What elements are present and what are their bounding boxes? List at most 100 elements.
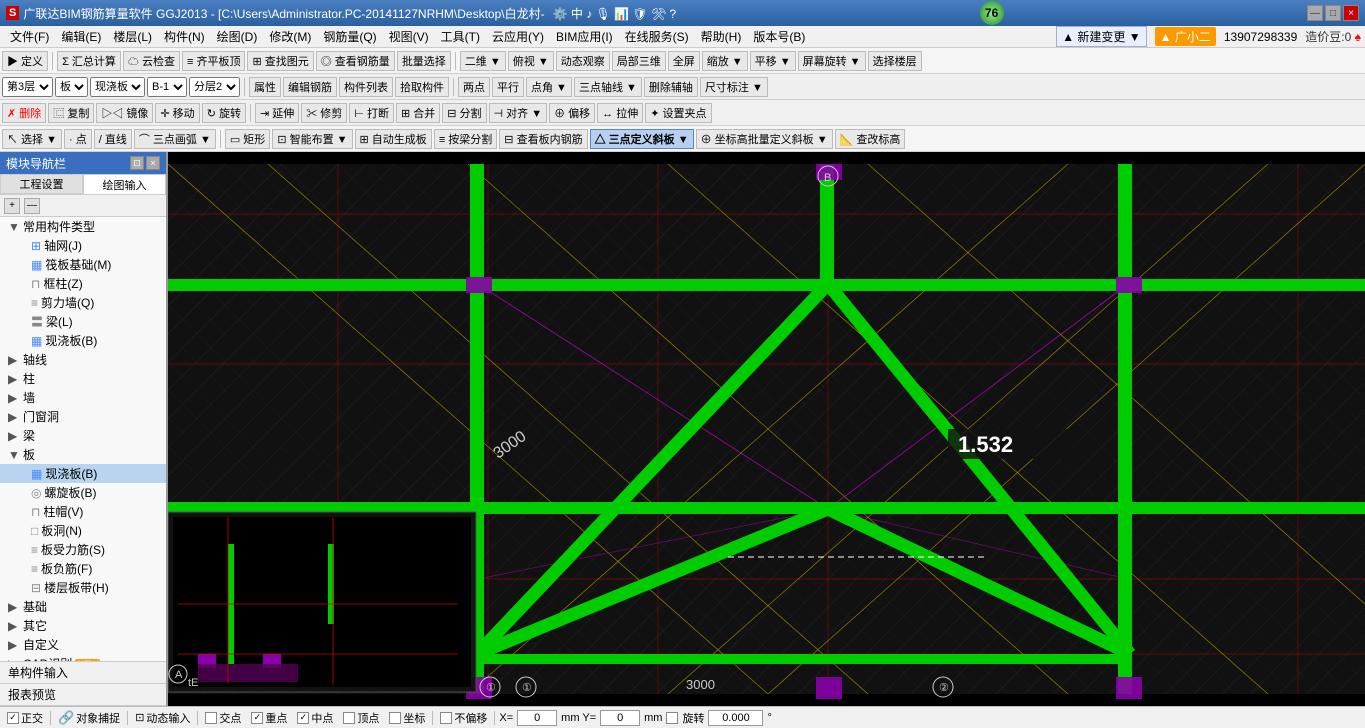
btn-align-top[interactable]: ≡ 齐平板顶 bbox=[182, 51, 245, 71]
tree-axis-group[interactable]: ▶ 轴线 bbox=[0, 350, 166, 369]
btn-cloud-check[interactable]: ☁ 云检查 bbox=[123, 51, 180, 71]
btn-batch[interactable]: 批量选择 bbox=[397, 51, 451, 71]
btn-mirror[interactable]: ▷◁ 镜像 bbox=[96, 103, 153, 123]
menu-view[interactable]: 视图(V) bbox=[383, 26, 435, 47]
btn-2d[interactable]: 二维 ▼ bbox=[460, 51, 506, 71]
expand-icon[interactable]: ▶ bbox=[8, 638, 20, 652]
btn-dimension[interactable]: 尺寸标注 ▼ bbox=[700, 77, 768, 97]
btn-zoom[interactable]: 缩放 ▼ bbox=[702, 51, 748, 71]
btn-check-height[interactable]: 📐 查改标高 bbox=[835, 129, 906, 149]
btn-view-steel[interactable]: ◎ 查看钢筋量 bbox=[316, 51, 395, 71]
maximize-btn[interactable]: □ bbox=[1325, 5, 1341, 21]
sidebar-header-btns[interactable]: ⊡ × bbox=[130, 156, 160, 170]
btn-component-list[interactable]: 构件列表 bbox=[339, 77, 393, 97]
window-controls[interactable]: — □ × bbox=[1307, 5, 1359, 21]
btn-auto-gen[interactable]: ⊞ 自动生成板 bbox=[355, 129, 432, 149]
sidebar-minus-btn[interactable]: — bbox=[24, 198, 40, 214]
y-input[interactable] bbox=[600, 710, 640, 726]
menu-draw[interactable]: 绘图(D) bbox=[211, 26, 264, 47]
btn-property[interactable]: 属性 bbox=[249, 77, 281, 97]
btn-rotate[interactable]: ↻ 旋转 bbox=[202, 103, 246, 123]
btn-align[interactable]: ⊣ 对齐 ▼ bbox=[489, 103, 548, 123]
btn-extend[interactable]: ⇥ 延伸 bbox=[255, 103, 299, 123]
tree-beam-group[interactable]: ▶ 梁 bbox=[0, 426, 166, 445]
tree-wall-group[interactable]: ▶ 墙 bbox=[0, 388, 166, 407]
btn-report-preview[interactable]: 报表预览 bbox=[0, 684, 166, 706]
dynamic-icon[interactable]: ⊡ bbox=[135, 711, 144, 724]
tree-slab[interactable]: ▦ 现浇板(B) bbox=[0, 331, 166, 350]
tree-col-cap[interactable]: ⊓ 柱帽(V) bbox=[0, 502, 166, 521]
tree-spiral-slab[interactable]: ◎ 螺旋板(B) bbox=[0, 483, 166, 502]
expand-icon[interactable]: ▼ bbox=[8, 448, 20, 462]
tree-common-types[interactable]: ▼ 常用构件类型 bbox=[0, 217, 166, 236]
btn-view-slab-steel[interactable]: ⊟ 查看板内钢筋 bbox=[499, 129, 587, 149]
tree-custom-group[interactable]: ▶ 自定义 bbox=[0, 635, 166, 654]
tree-cad-group[interactable]: ▶ CAD识别 NEW bbox=[0, 654, 166, 661]
center-check[interactable]: ✓ bbox=[297, 712, 309, 724]
expand-icon[interactable]: ▶ bbox=[8, 600, 20, 614]
btn-fullscreen[interactable]: 全屏 bbox=[668, 51, 700, 71]
btn-three-axis[interactable]: 三点轴线 ▼ bbox=[574, 77, 642, 97]
expand-icon[interactable]: ▶ bbox=[8, 353, 20, 367]
btn-divide[interactable]: ⊟ 分割 bbox=[442, 103, 486, 123]
menu-steel[interactable]: 钢筋量(Q) bbox=[317, 26, 382, 47]
btn-stretch[interactable]: ↔ 拉伸 bbox=[597, 103, 643, 123]
menu-version[interactable]: 版本号(B) bbox=[747, 26, 811, 47]
rotate-input[interactable] bbox=[708, 710, 763, 726]
btn-define[interactable]: ▶ 定义 bbox=[2, 51, 48, 71]
floor-select[interactable]: 第3层 bbox=[2, 77, 53, 97]
tree-column[interactable]: ⊓ 框柱(Z) bbox=[0, 274, 166, 293]
tree-shearwall[interactable]: ≡ 剪力墙(Q) bbox=[0, 293, 166, 312]
btn-view-top[interactable]: 俯视 ▼ bbox=[508, 51, 554, 71]
menu-file[interactable]: 文件(F) bbox=[4, 26, 55, 47]
type-select[interactable]: 板 bbox=[55, 77, 88, 97]
btn-local-3d[interactable]: 局部三维 bbox=[612, 51, 666, 71]
btn-delete[interactable]: ✗ 删除 bbox=[2, 103, 46, 123]
menu-modify[interactable]: 修改(M) bbox=[263, 26, 317, 47]
tree-beam[interactable]: 〓 梁(L) bbox=[0, 312, 166, 331]
btn-grip[interactable]: ✦ 设置夹点 bbox=[645, 103, 711, 123]
btn-dynamic[interactable]: 动态观察 bbox=[556, 51, 610, 71]
expand-icon[interactable]: ▶ bbox=[8, 372, 20, 386]
ortho-check[interactable]: ✓ bbox=[7, 712, 19, 724]
menu-cloud[interactable]: 云应用(Y) bbox=[486, 26, 550, 47]
subtype-select[interactable]: 现浇板 bbox=[90, 77, 145, 97]
btn-pan[interactable]: 平移 ▼ bbox=[750, 51, 796, 71]
tree-slab-hole[interactable]: □ 板洞(N) bbox=[0, 521, 166, 540]
midpoint-check[interactable]: ✓ bbox=[251, 712, 263, 724]
btn-define-slope[interactable]: △ 三点定义斜板 ▼ bbox=[590, 129, 694, 149]
btn-pick[interactable]: 拾取构件 bbox=[395, 77, 449, 97]
x-input[interactable] bbox=[517, 710, 557, 726]
expand-icon[interactable]: ▼ bbox=[8, 220, 20, 234]
drawing-canvas[interactable]: tE 3000 1.532 .690 .690 B A bbox=[168, 152, 1365, 706]
tree-raft[interactable]: ▦ 筏板基础(M) bbox=[0, 255, 166, 274]
status-dynamic[interactable]: ⊡ 动态输入 bbox=[132, 710, 193, 726]
btn-copy[interactable]: ⿷ 复制 bbox=[48, 103, 94, 123]
btn-point-angle[interactable]: 点角 ▼ bbox=[526, 77, 572, 97]
btn-merge[interactable]: ⊞ 合并 bbox=[396, 103, 440, 123]
btn-summary[interactable]: Σ 汇总计算 bbox=[57, 51, 121, 71]
tree-stress-bar[interactable]: ≡ 板受力筋(S) bbox=[0, 540, 166, 559]
layer-select[interactable]: 分层2 bbox=[189, 77, 240, 97]
guangfa-btn[interactable]: ▲ 广小二 bbox=[1155, 27, 1216, 46]
btn-del-aux[interactable]: 删除辅轴 bbox=[644, 77, 698, 97]
minimize-btn[interactable]: — bbox=[1307, 5, 1323, 21]
btn-arc[interactable]: ⌒ 三点画弧 ▼ bbox=[134, 129, 216, 149]
btn-select-floor[interactable]: 选择楼层 bbox=[868, 51, 922, 71]
menu-component[interactable]: 构件(N) bbox=[158, 26, 211, 47]
btn-trim[interactable]: ✂ 修剪 bbox=[301, 103, 347, 123]
expand-icon[interactable]: ▶ bbox=[8, 619, 20, 633]
tree-other-group[interactable]: ▶ 其它 bbox=[0, 616, 166, 635]
vertex-check[interactable] bbox=[343, 712, 355, 724]
menu-help[interactable]: 帮助(H) bbox=[695, 26, 748, 47]
btn-select[interactable]: ↖ 选择 ▼ bbox=[2, 129, 62, 149]
tree-foundation-group[interactable]: ▶ 基础 bbox=[0, 597, 166, 616]
tree-cast-slab[interactable]: ▦ 现浇板(B) bbox=[0, 464, 166, 483]
btn-edit-steel[interactable]: 编辑钢筋 bbox=[283, 77, 337, 97]
menu-edit[interactable]: 编辑(E) bbox=[55, 26, 107, 47]
expand-icon[interactable]: ▶ bbox=[8, 391, 20, 405]
canvas-area[interactable]: tE 3000 1.532 .690 .690 B A bbox=[168, 152, 1365, 706]
coord-check[interactable] bbox=[389, 712, 401, 724]
btn-parallel[interactable]: 平行 bbox=[492, 77, 524, 97]
btn-two-point[interactable]: 两点 bbox=[458, 77, 490, 97]
